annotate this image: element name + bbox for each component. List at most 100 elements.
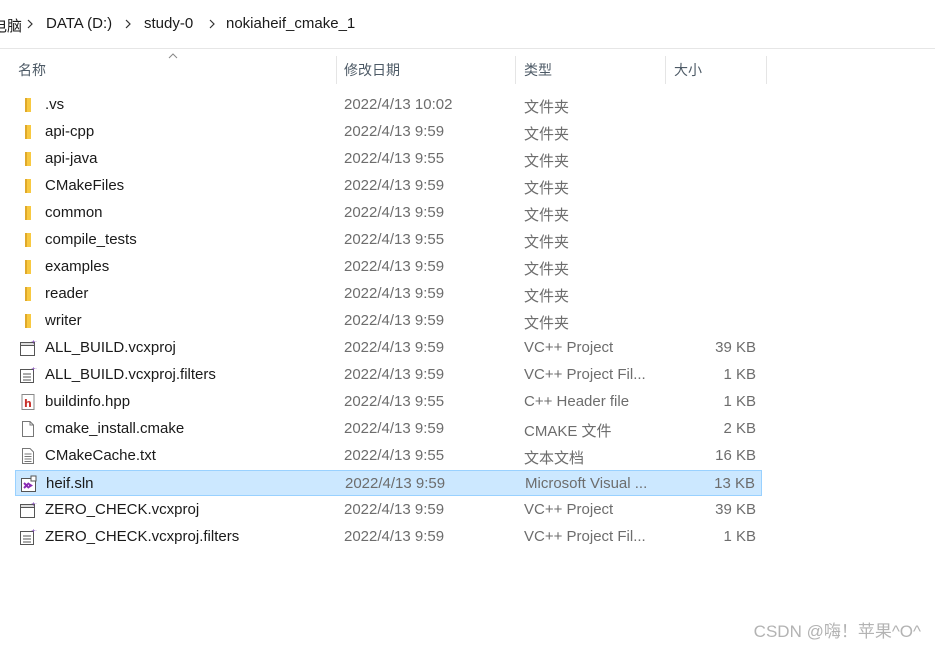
file-row[interactable]: writer 2022/4/13 9:59 文件夹 xyxy=(15,308,762,334)
file-type: VC++ Project Fil... xyxy=(524,528,646,545)
folder-icon xyxy=(19,285,37,303)
file-row[interactable]: ++ ZERO_CHECK.vcxproj 2022/4/13 9:59 VC++ P… xyxy=(15,497,762,523)
text-file-icon xyxy=(19,447,37,465)
file-row[interactable]: CMakeCache.txt 2022/4/13 9:55 文本文档 16 KB xyxy=(15,443,762,469)
file-row[interactable]: api-cpp 2022/4/13 9:59 文件夹 xyxy=(15,119,762,145)
watermark: CSDN @嗨！苹果^O^ xyxy=(753,622,921,641)
file-row[interactable]: examples 2022/4/13 9:59 文件夹 xyxy=(15,254,762,280)
file-name: reader xyxy=(45,285,89,302)
file-type: 文件夹 xyxy=(524,261,570,278)
file-size: 1 KB xyxy=(723,393,756,410)
file-name: .vs xyxy=(45,96,65,113)
file-type: 文件夹 xyxy=(524,180,570,197)
file-modified-date: 2022/4/13 9:55 xyxy=(344,150,445,167)
column-header-size[interactable]: 大小 xyxy=(666,48,766,88)
folder-icon xyxy=(19,231,37,249)
file-row[interactable]: CMakeFiles 2022/4/13 9:59 文件夹 xyxy=(15,173,762,199)
chevron-right-icon[interactable] xyxy=(206,17,218,31)
file-modified-date: 2022/4/13 10:02 xyxy=(344,96,453,113)
file-type: 文件夹 xyxy=(524,288,570,305)
file-modified-date: 2022/4/13 9:59 xyxy=(344,366,445,383)
svg-text:h: h xyxy=(24,397,32,410)
file-type: VC++ Project Fil... xyxy=(524,366,646,383)
file-row[interactable]: cmake_install.cmake 2022/4/13 9:59 CMAKE 文… xyxy=(15,416,762,442)
file-modified-date: 2022/4/13 9:59 xyxy=(344,123,445,140)
file-size: 39 KB xyxy=(715,501,756,518)
file-modified-date: 2022/4/13 9:59 xyxy=(344,339,445,356)
file-type: VC++ Project xyxy=(524,501,614,518)
blank-file-icon xyxy=(19,420,37,438)
address-bar[interactable]: 电脑 DATA (D:) study-0 nokiaheif_cmake_1 xyxy=(0,0,935,49)
breadcrumb-study-0[interactable]: study-0 xyxy=(144,15,193,32)
file-name: ALL_BUILD.vcxproj xyxy=(45,339,176,356)
column-header-date[interactable]: 修改日期 xyxy=(337,48,515,88)
file-size: 13 KB xyxy=(714,475,755,492)
file-row[interactable]: ++ ALL_BUILD.vcxproj.filters 2022/4/13 9:5… xyxy=(15,362,762,388)
file-row[interactable]: reader 2022/4/13 9:59 文件夹 xyxy=(15,281,762,307)
file-modified-date: 2022/4/13 9:59 xyxy=(344,204,445,221)
file-row-selected[interactable]: heif.sln 2022/4/13 9:59 Microsoft Visual .… xyxy=(15,470,762,496)
column-header-date-label: 修改日期 xyxy=(344,62,400,78)
file-name: writer xyxy=(45,312,82,329)
chevron-right-icon[interactable] xyxy=(24,17,36,31)
file-type: C++ Header file xyxy=(524,393,630,410)
file-name: api-cpp xyxy=(45,123,95,140)
vcxproj-filters-icon: ++ xyxy=(19,366,37,384)
file-row[interactable]: common 2022/4/13 9:59 文件夹 xyxy=(15,200,762,226)
column-header-name-label: 名称 xyxy=(18,62,46,78)
file-modified-date: 2022/4/13 9:59 xyxy=(344,312,445,329)
file-name: buildinfo.hpp xyxy=(45,393,131,410)
file-row[interactable]: ++ ALL_BUILD.vcxproj 2022/4/13 9:59 VC++ Pr… xyxy=(15,335,762,361)
file-type: 文件夹 xyxy=(524,153,570,170)
file-size: 16 KB xyxy=(715,447,756,464)
solution-icon xyxy=(20,475,38,493)
file-type: 文本文档 xyxy=(524,450,585,467)
file-row[interactable]: api-java 2022/4/13 9:55 文件夹 xyxy=(15,146,762,172)
file-modified-date: 2022/4/13 9:59 xyxy=(344,177,445,194)
column-header-size-label: 大小 xyxy=(674,62,702,78)
file-row[interactable]: ++ ZERO_CHECK.vcxproj.filters 2022/4/13 9:… xyxy=(15,524,762,550)
folder-icon xyxy=(19,150,37,168)
file-row[interactable]: .vs 2022/4/13 10:02 文件夹 xyxy=(15,92,762,118)
vcxproj-icon: ++ xyxy=(19,339,37,357)
file-type: 文件夹 xyxy=(524,99,570,116)
column-header-name[interactable]: 名称 xyxy=(0,48,336,88)
breadcrumb-data-drive[interactable]: DATA (D:) xyxy=(46,15,112,32)
folder-icon xyxy=(19,123,37,141)
vcxproj-icon: ++ xyxy=(19,501,37,519)
file-type: CMAKE 文件 xyxy=(524,423,612,440)
folder-icon xyxy=(19,258,37,276)
file-type: 文件夹 xyxy=(524,315,570,332)
file-row[interactable]: h buildinfo.hpp 2022/4/13 9:55 C++ Header f… xyxy=(15,389,762,415)
sort-ascending-icon xyxy=(168,53,178,59)
file-type: 文件夹 xyxy=(524,126,570,143)
folder-icon xyxy=(19,177,37,195)
svg-text:++: ++ xyxy=(31,339,37,346)
file-name: CMakeCache.txt xyxy=(45,447,156,464)
file-modified-date: 2022/4/13 9:59 xyxy=(344,420,445,437)
svg-text:++: ++ xyxy=(31,501,37,508)
folder-icon xyxy=(19,204,37,222)
chevron-right-icon[interactable] xyxy=(122,17,134,31)
file-name: examples xyxy=(45,258,110,275)
file-name: compile_tests xyxy=(45,231,137,248)
svg-text:++: ++ xyxy=(31,528,37,535)
column-header-type[interactable]: 类型 xyxy=(516,48,665,88)
breadcrumb-current-folder[interactable]: nokiaheif_cmake_1 xyxy=(226,15,355,32)
folder-icon xyxy=(19,312,37,330)
header-file-icon: h xyxy=(19,393,37,411)
file-row[interactable]: compile_tests 2022/4/13 9:55 文件夹 xyxy=(15,227,762,253)
file-modified-date: 2022/4/13 9:55 xyxy=(344,447,445,464)
column-header-type-label: 类型 xyxy=(524,62,552,78)
file-type: VC++ Project xyxy=(524,339,614,356)
file-type: Microsoft Visual ... xyxy=(525,475,648,492)
file-size: 39 KB xyxy=(715,339,756,356)
file-name: heif.sln xyxy=(46,475,94,492)
column-divider[interactable] xyxy=(766,56,767,84)
breadcrumb-this-pc[interactable]: 电脑 xyxy=(0,15,22,36)
column-header-row: 名称 修改日期 类型 大小 xyxy=(0,48,935,88)
file-modified-date: 2022/4/13 9:59 xyxy=(344,501,445,518)
file-name: CMakeFiles xyxy=(45,177,125,194)
file-modified-date: 2022/4/13 9:55 xyxy=(344,231,445,248)
folder-icon xyxy=(19,96,37,114)
